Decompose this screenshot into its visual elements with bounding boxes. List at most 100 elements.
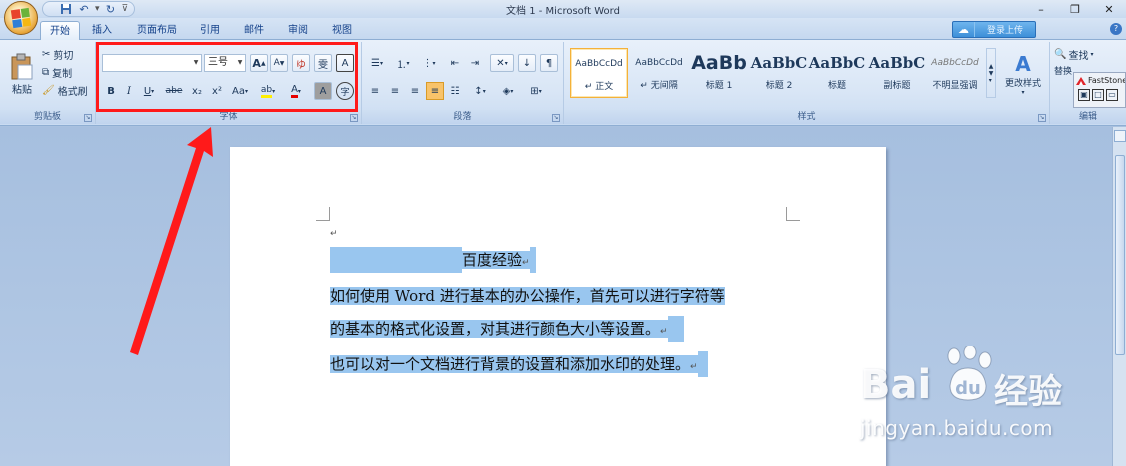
chinese-layout-button[interactable]: ✕ ▾	[490, 54, 514, 72]
paragraph-mark: ↵	[522, 258, 530, 268]
tab-view[interactable]: 视图	[324, 21, 360, 40]
office-button[interactable]	[4, 1, 38, 35]
document-line-2[interactable]: 的基本的格式化设置，对其进行颜色大小等设置。↵	[330, 316, 684, 342]
cut-button[interactable]: ✂ 剪切	[42, 46, 73, 62]
replace-label: 替换	[1054, 66, 1073, 77]
find-button[interactable]: 🔍 查找 ▾	[1054, 46, 1093, 62]
clipboard-launcher-icon[interactable]: ↘	[84, 114, 92, 122]
crop-mark-top-right	[786, 207, 800, 221]
style-sample: AaBbC	[808, 54, 866, 72]
tab-insert[interactable]: 插入	[84, 21, 120, 40]
capture-window-icon[interactable]: ▣	[1078, 89, 1090, 101]
style-sample: AaBbCcDd	[575, 59, 623, 69]
paste-button[interactable]: 粘贴	[6, 46, 38, 102]
capture-full-icon[interactable]: ▭	[1106, 89, 1118, 101]
change-styles-button[interactable]: A 更改样式 ▾	[1000, 46, 1046, 102]
distributed-button[interactable]: ☷	[446, 82, 464, 100]
font-launcher-icon[interactable]: ↘	[350, 114, 358, 122]
paste-icon	[11, 53, 33, 79]
line-spacing-button[interactable]: ↕ ▾	[468, 82, 492, 100]
shading-button[interactable]: ◈ ▾	[496, 82, 520, 100]
document-line-1[interactable]: 如何使用 Word 进行基本的办公操作，首先可以进行字符等	[330, 283, 725, 309]
style-name: 标题 1	[705, 81, 733, 91]
document-line-3-text: 也可以对一个文档进行背景的设置和添加水印的处理。	[330, 355, 691, 373]
vertical-scrollbar[interactable]	[1112, 127, 1126, 466]
scrollbar-thumb[interactable]	[1115, 155, 1125, 355]
capture-rect-icon[interactable]: □	[1092, 89, 1104, 101]
justify-button[interactable]: ≡	[426, 82, 444, 100]
login-upload-button[interactable]: ☁ 登录上传	[952, 21, 1036, 38]
style-sample: AaBbC	[868, 54, 926, 72]
styles-launcher-icon[interactable]: ↘	[1038, 114, 1046, 122]
clipboard-group-label: 剪贴板	[0, 110, 95, 124]
cloud-icon: ☁	[953, 22, 975, 37]
document-line-3[interactable]: 也可以对一个文档进行背景的设置和添加水印的处理。↵	[330, 351, 708, 377]
paragraph-mark: ↵	[690, 362, 698, 372]
find-icon: 🔍	[1054, 48, 1067, 60]
align-center-button[interactable]: ≡	[386, 82, 404, 100]
style-name: ↵ 无间隔	[640, 81, 678, 91]
borders-button[interactable]: ⊞ ▾	[524, 82, 548, 100]
increase-indent-button[interactable]: ⇥	[466, 54, 484, 72]
style-name: 标题 2	[765, 81, 793, 91]
align-left-button[interactable]: ≡	[366, 82, 384, 100]
title-bar: ↶ ▾ ↻ ⊽ 文档 1 - Microsoft Word – ❐ ✕	[0, 0, 1126, 18]
minimize-button[interactable]: –	[1024, 0, 1058, 18]
show-marks-button[interactable]: ¶	[540, 54, 558, 72]
watermark-brand-cn: 经验	[994, 372, 1062, 412]
svg-text:du: du	[955, 378, 981, 399]
styles-scroll[interactable]: ▲ ▼ ▾	[986, 48, 996, 98]
tab-mailings[interactable]: 邮件	[236, 21, 272, 40]
multilevel-list-button[interactable]: ⋮ ▾	[418, 54, 440, 72]
style-sample: AaBbCcDd	[931, 58, 979, 68]
tab-references[interactable]: 引用	[192, 21, 228, 40]
document-line-title[interactable]: 百度经验↵	[330, 247, 536, 273]
format-painter-label: 格式刷	[57, 86, 88, 98]
faststone-toolbar: ▣ □ ▭	[1074, 89, 1125, 101]
restore-button[interactable]: ❐	[1058, 0, 1092, 18]
decrease-indent-button[interactable]: ⇤	[446, 54, 464, 72]
crop-mark-top-left	[316, 207, 330, 221]
style-name: ↵ 正文	[584, 82, 614, 92]
style-name: 副标题	[883, 81, 911, 91]
sort-button[interactable]: ↓	[518, 54, 536, 72]
highlight-indent	[330, 247, 462, 273]
numbering-button[interactable]: ⒈ ▾	[392, 54, 414, 72]
style-sample: AaBb	[691, 52, 747, 74]
tab-home[interactable]: 开始	[40, 21, 80, 40]
copy-button[interactable]: ⧉ 复制	[42, 64, 72, 80]
style-subtle-emphasis[interactable]: AaBbCcDd 不明显强调	[926, 48, 984, 98]
style-heading-2[interactable]: AaBbC 标题 2	[750, 48, 808, 98]
align-right-button[interactable]: ≡	[406, 82, 424, 100]
scissors-icon: ✂	[42, 48, 51, 60]
view-ruler-icon[interactable]	[1114, 130, 1126, 142]
tab-review[interactable]: 审阅	[280, 21, 316, 40]
style-title[interactable]: AaBbC 标题	[808, 48, 866, 98]
tab-page-layout[interactable]: 页面布局	[128, 21, 186, 40]
bullets-button[interactable]: ☰ ▾	[366, 54, 388, 72]
window-controls: – ❐ ✕	[1024, 0, 1126, 18]
faststone-capture-panel[interactable]: FastStone ▣ □ ▭	[1073, 72, 1126, 108]
style-sample: AaBbCcDd	[635, 58, 683, 68]
help-icon[interactable]: ?	[1110, 23, 1122, 35]
style-subtitle[interactable]: AaBbC 副标题	[868, 48, 926, 98]
paragraph-group: ☰ ▾ ⒈ ▾ ⋮ ▾ ⇤ ⇥ ✕ ▾ ↓ ¶ ≡ ≡ ≡ ≡ ☷ ↕ ▾ ◈ ▾ ⊞ ▾ 段…	[362, 42, 564, 124]
paragraph-group-label: 段落	[362, 110, 563, 124]
font-group-label: 字体	[96, 110, 361, 124]
annotation-highlight-box	[96, 42, 358, 112]
empty-paragraph-mark: ↵	[330, 229, 338, 239]
close-button[interactable]: ✕	[1092, 0, 1126, 18]
change-styles-icon: A	[1015, 52, 1031, 76]
brush-icon: 🖌	[42, 84, 55, 96]
style-sample: AaBbC	[750, 54, 808, 72]
format-painter-button[interactable]: 🖌 格式刷	[42, 82, 88, 98]
paragraph-mark: ↵	[660, 327, 668, 337]
document-page[interactable]: ↵ 百度经验↵ 如何使用 Word 进行基本的办公操作，首先可以进行字符等 的基…	[230, 147, 886, 466]
replace-button[interactable]: 替换	[1054, 64, 1073, 77]
paragraph-launcher-icon[interactable]: ↘	[552, 114, 560, 122]
style-normal[interactable]: AaBbCcDd ↵ 正文	[570, 48, 628, 98]
style-no-spacing[interactable]: AaBbCcDd ↵ 无间隔	[630, 48, 688, 98]
find-label: 查找	[1068, 50, 1089, 62]
style-heading-1[interactable]: AaBb 标题 1	[690, 48, 748, 98]
change-styles-label: 更改样式	[1004, 79, 1041, 89]
